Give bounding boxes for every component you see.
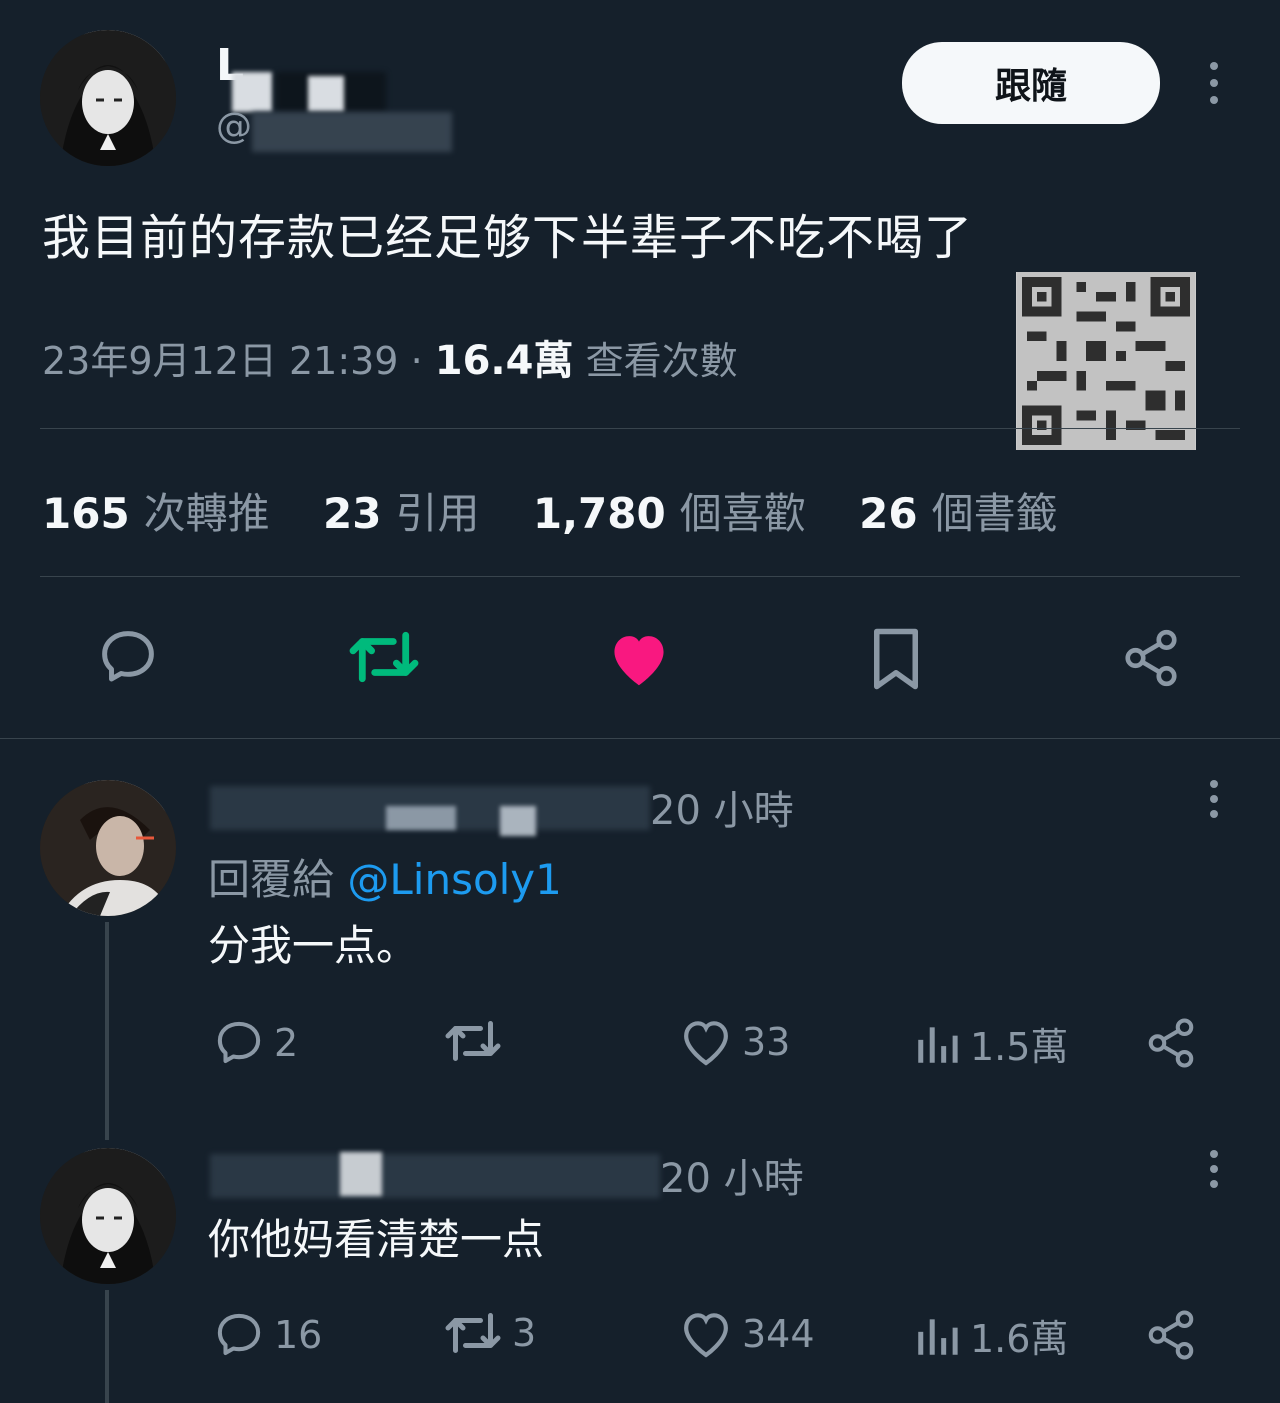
- like-icon: [678, 1016, 734, 1068]
- like-icon: [678, 1308, 734, 1360]
- reply-icon: [212, 1016, 266, 1070]
- redacted-reply2-name-2: [340, 1152, 382, 1196]
- redacted-display-name-3: [308, 76, 344, 112]
- redacted-reply2-name: [210, 1154, 660, 1198]
- tweet-meta: 23年9月12日 21:39 · 16.4萬 查看次數: [42, 338, 738, 384]
- quotes-stat[interactable]: 23 引用: [323, 489, 479, 538]
- reply1-retweet-button[interactable]: [442, 1016, 512, 1066]
- author-avatar[interactable]: [40, 30, 176, 166]
- more-icon[interactable]: [1204, 62, 1224, 104]
- views-icon: [912, 1019, 962, 1069]
- reply2-text: 你他妈看清楚一点: [208, 1215, 545, 1264]
- tweet-text: 我目前的存款已经足够下半辈子不吃不喝了: [42, 210, 974, 266]
- reply1-share-icon[interactable]: [1144, 1016, 1198, 1070]
- divider-top: [40, 428, 1240, 429]
- views-icon: [912, 1311, 962, 1361]
- redacted-handle: [252, 112, 452, 152]
- like-icon[interactable]: [606, 628, 672, 688]
- reply2-share-icon[interactable]: [1144, 1308, 1198, 1362]
- reply1-reply-button[interactable]: 2: [212, 1016, 298, 1070]
- bookmark-icon[interactable]: [868, 626, 924, 692]
- follow-button[interactable]: 跟隨: [902, 42, 1160, 124]
- reply1-views-button[interactable]: 1.5萬: [912, 1016, 1068, 1071]
- reply1-text: 分我一点。: [208, 921, 419, 970]
- reply2-avatar[interactable]: [40, 1148, 176, 1284]
- view-count: 16.4萬: [434, 338, 574, 384]
- reply2-time[interactable]: 20 小時: [660, 1146, 804, 1204]
- reply2-more-icon[interactable]: [1204, 1150, 1224, 1188]
- reply1-avatar[interactable]: [40, 780, 176, 916]
- engagement-stats: 165 次轉推 23 引用 1,780 個喜歡 26 個書籤: [42, 480, 1098, 541]
- author-handle[interactable]: @: [216, 106, 252, 147]
- likes-stat[interactable]: 1,780 個喜歡: [533, 489, 806, 538]
- thread-line-2: [105, 1290, 109, 1403]
- view-label: 查看次數: [585, 339, 738, 383]
- reply1-like-button[interactable]: 33: [678, 1016, 790, 1068]
- divider-actions: [0, 738, 1280, 739]
- redacted-reply1-name-3: [500, 806, 536, 836]
- reply1-more-icon[interactable]: [1204, 780, 1224, 818]
- qr-code-watermark: [1016, 272, 1196, 450]
- thread-line-1: [105, 922, 109, 1140]
- share-icon[interactable]: [1120, 626, 1182, 690]
- retweet-icon[interactable]: [346, 626, 422, 688]
- reply2-retweet-button[interactable]: 3: [442, 1308, 536, 1358]
- bookmarks-stat[interactable]: 26 個書籤: [859, 489, 1057, 538]
- reply1-reply-to: 回覆給 @Linsoly1: [208, 855, 562, 904]
- reply-icon[interactable]: [94, 624, 162, 690]
- retweets-stat[interactable]: 165 次轉推: [42, 489, 270, 538]
- retweet-icon: [442, 1308, 504, 1358]
- reply2-reply-button[interactable]: 16: [212, 1308, 322, 1362]
- reply-icon: [212, 1308, 266, 1362]
- reply1-time[interactable]: 20 小時: [650, 778, 794, 836]
- reply2-views-button[interactable]: 1.6萬: [912, 1308, 1068, 1363]
- reply1-mention-link[interactable]: @Linsoly1: [347, 855, 562, 904]
- divider-stats: [40, 576, 1240, 577]
- retweet-icon: [442, 1016, 504, 1066]
- reply2-like-button[interactable]: 344: [678, 1308, 815, 1360]
- redacted-reply1-name-2: [386, 806, 456, 830]
- tweet-timestamp[interactable]: 23年9月12日 21:39: [42, 339, 398, 383]
